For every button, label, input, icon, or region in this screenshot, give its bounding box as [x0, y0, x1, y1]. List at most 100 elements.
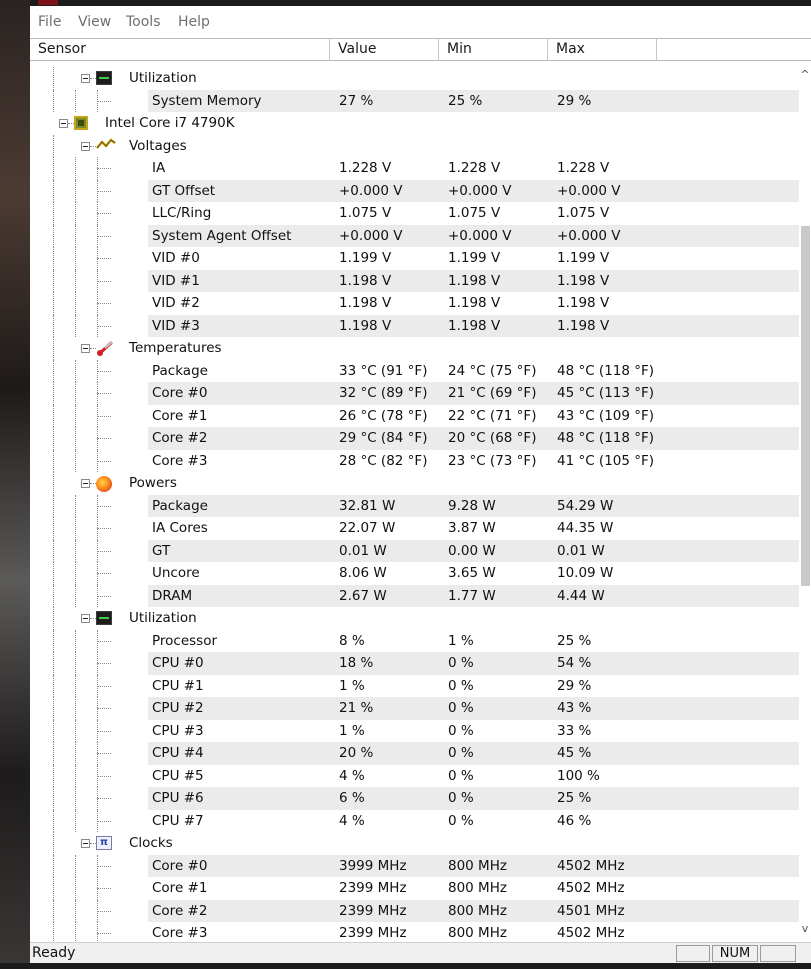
sensor-row[interactable]: Core #2 29 °C (84 °F) 20 °C (68 °F) 48 °C (… [30, 427, 799, 450]
sensor-group-row[interactable]: Voltages [30, 134, 799, 157]
sensor-value: 2.67 W [339, 587, 387, 604]
tree-guide-line [53, 539, 54, 562]
sensor-group-row[interactable]: Temperatures [30, 337, 799, 360]
menu-file[interactable]: File [38, 14, 61, 30]
sensor-row[interactable]: CPU #2 21 % 0 % 43 % [30, 697, 799, 720]
sensor-row[interactable]: CPU #7 4 % 0 % 46 % [30, 809, 799, 832]
sensor-max: 25 % [557, 632, 592, 649]
sensor-row[interactable]: Core #3 28 °C (82 °F) 23 °C (73 °F) 41 °C (… [30, 449, 799, 472]
sensor-row[interactable]: LLC/Ring 1.075 V 1.075 V 1.075 V [30, 202, 799, 225]
sensor-row[interactable]: VID #3 1.198 V 1.198 V 1.198 V [30, 314, 799, 337]
sensor-row[interactable]: Core #0 3999 MHz 800 MHz 4502 MHz [30, 854, 799, 877]
desktop-background-bottom [0, 963, 811, 969]
sensor-tree[interactable]: Utilization System Memory 27 % 25 % 29 % Inte… [30, 61, 799, 942]
sensor-value: 22.07 W [339, 520, 396, 536]
sensor-group-row[interactable]: π Clocks [30, 832, 799, 855]
sensor-name: Core #2 [152, 902, 208, 919]
sensor-max: 1.198 V [557, 317, 610, 334]
sensor-row[interactable]: Package 33 °C (91 °F) 24 °C (75 °F) 48 °C (… [30, 359, 799, 382]
sensor-row[interactable]: Core #1 2399 MHz 800 MHz 4502 MHz [30, 877, 799, 900]
row-indent-area [30, 314, 148, 337]
tree-guide-line [53, 224, 54, 247]
sensor-group-row[interactable]: Powers [30, 472, 799, 495]
column-header-min[interactable]: Min [439, 39, 548, 60]
status-panel-empty-2 [760, 945, 796, 962]
tree-guide-line [53, 899, 54, 922]
power-icon [96, 476, 112, 492]
tree-guide-line [75, 449, 76, 472]
column-header-value[interactable]: Value [330, 39, 439, 60]
tree-guide-line [75, 764, 76, 787]
sensor-row[interactable]: System Agent Offset +0.000 V +0.000 V +0.00… [30, 224, 799, 247]
sensor-row[interactable]: GT Offset +0.000 V +0.000 V +0.000 V [30, 179, 799, 202]
sensor-max: 4.44 W [557, 587, 605, 604]
tree-connector [97, 100, 111, 102]
sensor-row[interactable]: Uncore 8.06 W 3.65 W 10.09 W [30, 562, 799, 585]
sensor-max: 41 °C (105 °F) [557, 452, 655, 469]
collapse-toggle-icon[interactable] [81, 344, 90, 353]
sensor-row[interactable]: CPU #1 1 % 0 % 29 % [30, 674, 799, 697]
sensor-row[interactable]: Package 32.81 W 9.28 W 54.29 W [30, 494, 799, 517]
sensor-row[interactable]: Core #3 2399 MHz 800 MHz 4502 MHz [30, 922, 799, 942]
sensor-row[interactable]: CPU #3 1 % 0 % 33 % [30, 719, 799, 742]
tree-guide-line [53, 809, 54, 832]
collapse-toggle-icon[interactable] [81, 141, 90, 151]
sensor-min: 23 °C (73 °F) [448, 452, 537, 469]
collapse-toggle-icon[interactable] [81, 614, 90, 623]
tree-guide-line [75, 427, 76, 450]
vertical-scrollbar[interactable]: ^ v [799, 61, 811, 942]
sensor-row[interactable]: VID #2 1.198 V 1.198 V 1.198 V [30, 292, 799, 315]
scrollbar-thumb[interactable] [801, 226, 810, 586]
sensor-row[interactable]: Core #0 32 °C (89 °F) 21 °C (69 °F) 45 °C (… [30, 382, 799, 405]
menu-view[interactable]: View [78, 14, 111, 30]
tree-guide-line [97, 517, 98, 540]
sensor-max: 45 °C (113 °F) [557, 385, 655, 401]
collapse-toggle-icon[interactable] [81, 74, 90, 83]
scroll-up-arrow-icon[interactable]: ^ [799, 69, 811, 81]
sensor-row[interactable]: DRAM 2.67 W 1.77 W 4.44 W [30, 584, 799, 607]
sensor-row[interactable]: Core #2 2399 MHz 800 MHz 4501 MHz [30, 899, 799, 922]
column-header-sensor[interactable]: Sensor [30, 39, 330, 60]
column-header-max[interactable]: Max [548, 39, 657, 60]
row-indent-area [30, 652, 148, 675]
sensor-row[interactable]: VID #0 1.199 V 1.199 V 1.199 V [30, 247, 799, 270]
collapse-toggle-icon[interactable] [59, 119, 68, 128]
sensor-row[interactable]: VID #1 1.198 V 1.198 V 1.198 V [30, 269, 799, 292]
sensor-value: 4 % [339, 767, 365, 784]
tree-guide-line [97, 427, 98, 450]
sensor-row[interactable]: CPU #4 20 % 0 % 45 % [30, 742, 799, 765]
sensor-row[interactable]: Processor 8 % 1 % 25 % [30, 629, 799, 652]
menu-tools[interactable]: Tools [126, 14, 161, 30]
scroll-down-arrow-icon[interactable]: v [799, 923, 811, 935]
sensor-row[interactable]: CPU #6 6 % 0 % 25 % [30, 787, 799, 810]
menu-help[interactable]: Help [178, 14, 210, 30]
sensor-row[interactable]: CPU #0 18 % 0 % 54 % [30, 652, 799, 675]
tree-guide-line [97, 314, 98, 337]
sensor-value: 1.199 V [339, 250, 392, 266]
tree-guide-line [97, 269, 98, 292]
sensor-row[interactable]: IA Cores 22.07 W 3.87 W 44.35 W [30, 517, 799, 540]
sensor-name: CPU #6 [152, 790, 204, 806]
sensor-value: 2399 MHz [339, 902, 407, 919]
sensor-name: Core #3 [152, 452, 208, 469]
sensor-max: 4502 MHz [557, 857, 625, 874]
collapse-toggle-icon[interactable] [81, 479, 90, 488]
sensor-row[interactable]: IA 1.228 V 1.228 V 1.228 V [30, 157, 799, 180]
sensor-min: 1.198 V [448, 272, 501, 289]
tree-connector [97, 888, 111, 889]
tree-guide-line [97, 922, 98, 942]
tree-guide-line [97, 809, 98, 832]
sensor-group-row[interactable]: Utilization [30, 607, 799, 630]
sensor-row[interactable]: Core #1 26 °C (78 °F) 22 °C (71 °F) 43 °C (… [30, 404, 799, 427]
hwmonitor-window: File View Tools Help Sensor Value Min Ma… [30, 6, 811, 963]
tree-connector [97, 370, 111, 372]
sensor-row[interactable]: GT 0.01 W 0.00 W 0.01 W [30, 539, 799, 562]
sensor-name: CPU #0 [152, 655, 204, 671]
sensor-row[interactable]: CPU #5 4 % 0 % 100 % [30, 764, 799, 787]
collapse-toggle-icon[interactable] [81, 839, 90, 848]
sensor-group-row[interactable]: Utilization [30, 67, 799, 90]
sensor-name: Intel Core i7 4790K [105, 115, 235, 131]
sensor-row[interactable]: System Memory 27 % 25 % 29 % [30, 89, 799, 112]
row-indent-area [30, 697, 148, 720]
sensor-group-row[interactable]: Intel Core i7 4790K [30, 112, 799, 135]
